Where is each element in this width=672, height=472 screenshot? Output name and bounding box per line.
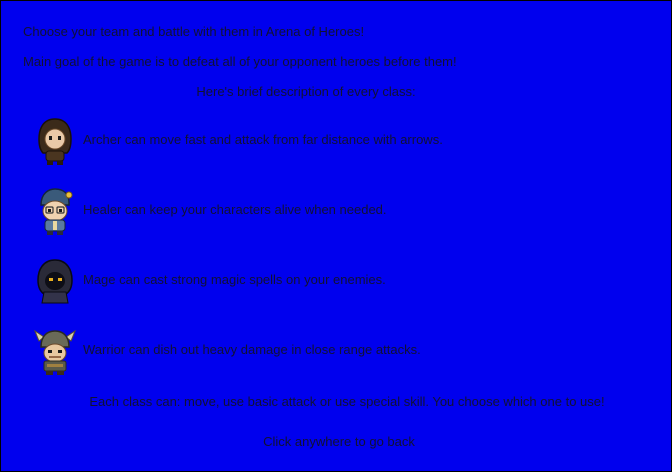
mage-description: Mage can cast strong magic spells on you… [83, 272, 386, 287]
archer-description: Archer can move fast and attack from far… [83, 132, 443, 147]
archer-portrait-icon [38, 118, 72, 165]
intro-line-2: Main goal of the game is to defeat all o… [23, 54, 457, 69]
healer-portrait-icon [40, 188, 73, 235]
warrior-portrait-icon [33, 329, 77, 375]
class-row-warrior: Warrior can dish out heavy damage in clo… [31, 329, 631, 395]
go-back-prompt[interactable]: Click anywhere to go back [1, 434, 672, 450]
warrior-description: Warrior can dish out heavy damage in clo… [83, 342, 421, 357]
class-description-heading: Here's brief description of every class: [196, 84, 416, 99]
mage-portrait-icon [37, 259, 73, 304]
class-actions-summary: Each class can: move, use basic attack o… [89, 394, 605, 409]
intro-line-1: Choose your team and battle with them in… [23, 24, 365, 39]
healer-description: Healer can keep your characters alive wh… [83, 202, 387, 217]
help-screen[interactable]: Choose your team and battle with them in… [1, 1, 671, 471]
class-row-archer: Archer can move fast and attack from far… [31, 118, 631, 185]
class-row-healer: Healer can keep your characters alive wh… [31, 188, 631, 255]
class-row-mage: Mage can cast strong magic spells on you… [31, 259, 631, 325]
